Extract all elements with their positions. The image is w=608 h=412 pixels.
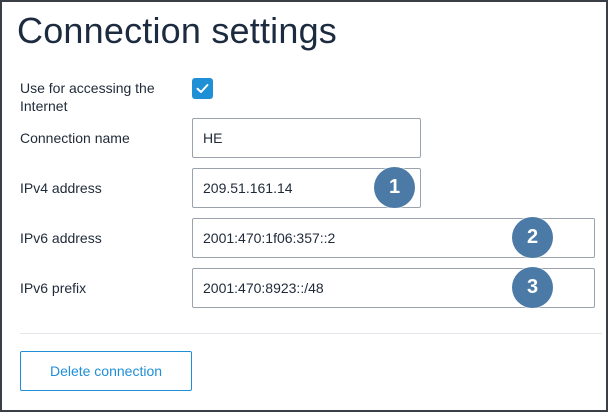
delete-connection-button[interactable]: Delete connection [20,351,192,391]
internet-access-label: Use for accessing the Internet [20,80,155,114]
checkmark-icon [196,84,209,93]
page-title: Connection settings [17,10,337,51]
connection-name-input[interactable] [192,118,421,158]
ipv6-prefix-label: IPv6 prefix [20,280,87,296]
connection-name-label: Connection name [20,130,130,146]
internet-access-checkbox[interactable] [192,78,213,99]
step-marker-3: 3 [512,267,553,308]
ipv6-address-label: IPv6 address [20,230,102,246]
settings-panel: Connection settings Use for accessing th… [0,0,608,412]
step-marker-2: 2 [512,217,553,258]
section-divider [20,333,602,334]
step-marker-1: 1 [374,167,415,208]
ipv4-address-label: IPv4 address [20,180,102,196]
